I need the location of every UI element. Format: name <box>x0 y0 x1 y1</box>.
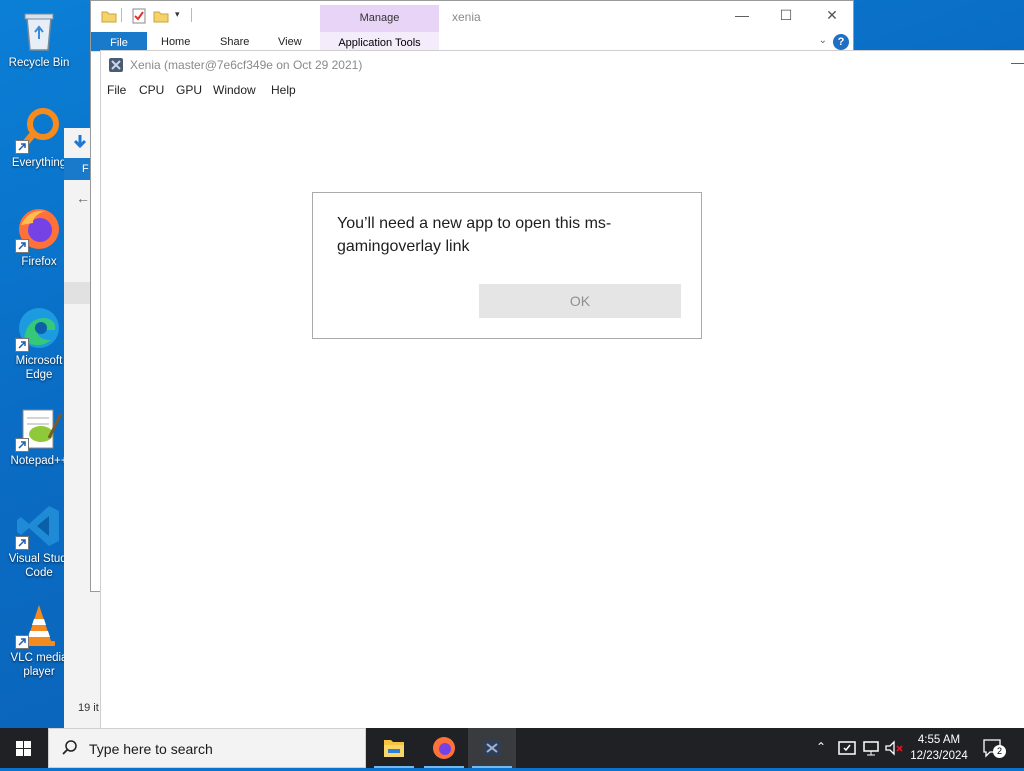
ok-button[interactable]: OK <box>479 284 681 318</box>
shortcut-arrow-icon <box>15 635 29 649</box>
clock-date: 12/23/2024 <box>910 750 968 762</box>
qat-dropdown-icon[interactable]: ▾ <box>175 9 180 20</box>
volume-muted-icon[interactable] <box>884 739 904 760</box>
window-title: xenia <box>452 10 481 24</box>
shortcut-arrow-icon <box>15 140 29 154</box>
desktop-icon-label: Recycle Bin <box>8 57 70 69</box>
dialog-message-line: gamingoverlay link <box>337 238 470 255</box>
menu-window[interactable]: Window <box>213 83 256 97</box>
notepad-plus-plus-icon <box>15 404 63 452</box>
menu-help[interactable]: Help <box>271 83 296 97</box>
shortcut-arrow-icon <box>15 438 29 452</box>
network-icon[interactable] <box>862 739 880 760</box>
everything-search-icon <box>15 106 63 154</box>
tab-view[interactable]: View <box>278 36 302 48</box>
taskbar-firefox[interactable] <box>420 728 468 768</box>
recycle-bin-icon <box>15 6 63 54</box>
xenia-icon <box>483 740 501 756</box>
menu-cpu[interactable]: CPU <box>139 83 164 97</box>
xenia-titlebar: Xenia (master@7e6cf349e on Oct 29 2021) … <box>101 51 1024 79</box>
firefox-icon <box>15 205 63 253</box>
shortcut-arrow-icon <box>15 239 29 253</box>
vlc-icon <box>15 601 63 649</box>
edge-icon <box>15 304 63 352</box>
dialog-message: You’ll need a new app to open this ms- g… <box>337 212 657 258</box>
download-arrow-icon <box>72 134 88 153</box>
close-button[interactable]: ✕ <box>817 7 847 27</box>
help-icon[interactable]: ? <box>833 34 849 50</box>
separator <box>191 8 192 22</box>
ribbon-expand-icon[interactable]: ⌄ <box>819 35 827 46</box>
new-folder-icon[interactable] <box>153 8 169 27</box>
action-center-button[interactable]: 2 <box>982 738 1006 761</box>
back-arrow-icon[interactable]: ← <box>76 190 90 206</box>
xenia-menubar: File CPU GPU Window Help <box>101 81 1024 101</box>
taskbar-clock[interactable]: 4:55 AM 12/23/2024 <box>904 732 974 764</box>
vscode-icon <box>15 502 63 550</box>
clock-time: 4:55 AM <box>917 734 961 746</box>
tab-home[interactable]: Home <box>161 36 190 48</box>
tab-share[interactable]: Share <box>220 36 249 48</box>
shortcut-arrow-icon <box>15 536 29 550</box>
open-with-dialog: You’ll need a new app to open this ms- g… <box>312 192 702 339</box>
desktop-icon-recycle-bin[interactable]: Recycle Bin <box>0 6 78 70</box>
search-icon <box>62 740 77 755</box>
dialog-message-line: You’ll need a new app to open this ms- <box>337 215 612 232</box>
start-button[interactable] <box>0 728 48 768</box>
tab-application-tools[interactable]: Application Tools <box>320 32 439 51</box>
notification-count-badge: 2 <box>993 745 1006 758</box>
manage-tab[interactable]: Manage <box>320 5 439 32</box>
xenia-title: Xenia (master@7e6cf349e on Oct 29 2021) <box>130 58 363 72</box>
taskbar: Type here to search ⌃ 4:55 AM 12/23/2024… <box>0 728 1024 768</box>
show-hidden-icons-chevron-icon[interactable]: ⌃ <box>816 740 826 754</box>
firefox-icon <box>433 737 455 759</box>
tab-file[interactable]: File <box>91 32 147 51</box>
windows-logo-icon <box>16 741 31 756</box>
security-icon[interactable] <box>838 739 856 760</box>
taskbar-search-box[interactable]: Type here to search <box>48 728 366 768</box>
search-placeholder: Type here to search <box>89 741 213 757</box>
explorer-status-text: 19 it <box>78 702 99 714</box>
ribbon-tabs: File Home Share View Application Tools ⌄ <box>91 32 853 52</box>
taskbar-file-explorer[interactable] <box>370 728 418 768</box>
taskbar-xenia[interactable] <box>468 728 516 768</box>
maximize-button[interactable]: ☐ <box>771 7 801 27</box>
file-explorer-icon <box>384 740 404 757</box>
menu-file[interactable]: File <box>107 83 126 97</box>
folder-icon[interactable] <box>101 8 117 27</box>
minimize-button[interactable]: — <box>727 7 757 27</box>
menu-gpu[interactable]: GPU <box>176 83 202 97</box>
separator <box>121 8 122 22</box>
properties-icon[interactable] <box>131 8 147 27</box>
xenia-window[interactable]: Xenia (master@7e6cf349e on Oct 29 2021) … <box>100 50 1024 729</box>
xenia-icon <box>109 58 123 72</box>
xenia-minimize-button[interactable]: — <box>1011 54 1024 70</box>
shortcut-arrow-icon <box>15 338 29 352</box>
